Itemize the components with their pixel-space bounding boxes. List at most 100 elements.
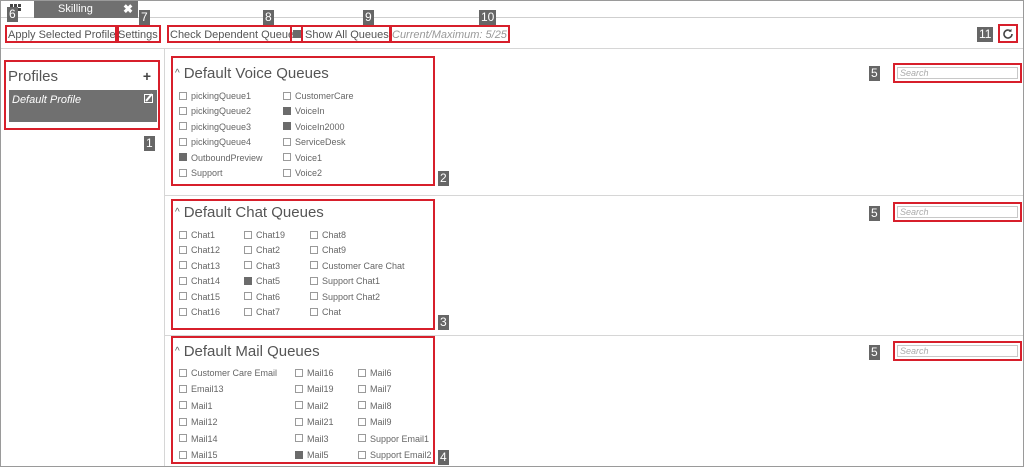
queue-checkbox[interactable] — [179, 292, 187, 301]
queue-checkbox[interactable] — [179, 417, 187, 426]
queue-checkbox[interactable] — [179, 434, 187, 443]
queue-item[interactable]: ServiceDesk — [283, 137, 346, 148]
queue-checkbox[interactable] — [358, 401, 366, 410]
queue-item[interactable]: Mail3 — [295, 434, 329, 445]
queue-checkbox[interactable] — [179, 153, 187, 162]
queue-item[interactable]: Support Email2 — [358, 450, 432, 461]
queue-item[interactable]: pickingQueue2 — [179, 106, 251, 117]
queue-item[interactable]: Chat9 — [310, 245, 346, 256]
collapse-caret-icon[interactable]: ^ — [175, 68, 180, 79]
show-all-queues-toggle[interactable]: Show All Queues — [290, 25, 392, 43]
close-icon[interactable]: ✖ — [123, 1, 133, 18]
queue-item[interactable]: Chat14 — [179, 276, 220, 287]
queue-checkbox[interactable] — [179, 368, 187, 377]
queue-item[interactable]: Voice1 — [283, 153, 322, 164]
queue-checkbox[interactable] — [310, 307, 318, 316]
queue-checkbox[interactable] — [295, 401, 303, 410]
queue-item[interactable]: CustomerCare — [283, 91, 354, 102]
queue-checkbox[interactable] — [179, 450, 187, 459]
profile-item-default[interactable]: Default Profile — [9, 90, 157, 122]
queue-checkbox[interactable] — [358, 417, 366, 426]
queue-checkbox[interactable] — [310, 246, 318, 255]
queue-item[interactable]: Mail15 — [179, 450, 218, 461]
queue-item[interactable]: VoiceIn — [283, 106, 325, 117]
queue-item[interactable]: Email13 — [179, 384, 224, 395]
settings-button[interactable]: Settings — [115, 25, 161, 43]
queue-item[interactable]: Chat6 — [244, 292, 280, 303]
queue-checkbox[interactable] — [358, 434, 366, 443]
queue-checkbox[interactable] — [358, 385, 366, 394]
queue-item[interactable]: Support Chat1 — [310, 276, 380, 287]
collapse-caret-icon[interactable]: ^ — [175, 346, 180, 357]
queue-item[interactable]: Support — [179, 168, 223, 179]
queue-item[interactable]: Mail6 — [358, 368, 392, 379]
queue-item[interactable]: Mail8 — [358, 401, 392, 412]
queue-item[interactable]: Chat8 — [310, 230, 346, 241]
queue-checkbox[interactable] — [244, 292, 252, 301]
queue-checkbox[interactable] — [310, 230, 318, 239]
queue-checkbox[interactable] — [179, 91, 187, 100]
queue-checkbox[interactable] — [283, 91, 291, 100]
queue-item[interactable]: Mail14 — [179, 434, 218, 445]
tab-skilling[interactable]: Skilling ✖ — [34, 1, 138, 18]
queue-item[interactable]: Chat5 — [244, 276, 280, 287]
queue-checkbox[interactable] — [179, 246, 187, 255]
queue-checkbox[interactable] — [179, 307, 187, 316]
queue-checkbox[interactable] — [179, 137, 187, 146]
queue-checkbox[interactable] — [283, 168, 291, 177]
queue-item[interactable]: Mail19 — [295, 384, 334, 395]
queue-checkbox[interactable] — [244, 307, 252, 316]
show-all-queues-checkbox[interactable] — [293, 30, 301, 39]
queue-item[interactable]: Mail2 — [295, 401, 329, 412]
queue-checkbox[interactable] — [283, 122, 291, 131]
queue-checkbox[interactable] — [295, 434, 303, 443]
queue-checkbox[interactable] — [179, 230, 187, 239]
queue-item[interactable]: Chat15 — [179, 292, 220, 303]
queue-item[interactable]: pickingQueue3 — [179, 122, 251, 133]
collapse-caret-icon[interactable]: ^ — [175, 207, 180, 218]
queue-item[interactable]: Mail9 — [358, 417, 392, 428]
voice-search-input[interactable] — [897, 67, 1018, 79]
queue-item[interactable]: Chat19 — [244, 230, 285, 241]
queue-checkbox[interactable] — [179, 168, 187, 177]
queue-item[interactable]: Chat3 — [244, 261, 280, 272]
queue-checkbox[interactable] — [179, 385, 187, 394]
queue-item[interactable]: Mail21 — [295, 417, 334, 428]
queue-item[interactable]: Mail12 — [179, 417, 218, 428]
queue-item[interactable]: Suppor Email1 — [358, 434, 429, 445]
queue-checkbox[interactable] — [244, 261, 252, 270]
queue-item[interactable]: Mail7 — [358, 384, 392, 395]
queue-checkbox[interactable] — [295, 368, 303, 377]
queue-item[interactable]: Customer Care Email — [179, 368, 277, 379]
queue-item[interactable]: Chat1 — [179, 230, 215, 241]
queue-checkbox[interactable] — [295, 417, 303, 426]
queue-item[interactable]: Chat16 — [179, 307, 220, 318]
queue-checkbox[interactable] — [244, 230, 252, 239]
apply-selected-profile-button[interactable]: Apply Selected Profile — [5, 25, 119, 43]
queue-item[interactable]: Customer Care Chat — [310, 261, 405, 272]
queue-item[interactable]: Support Chat2 — [310, 292, 380, 303]
queue-item[interactable]: Mail1 — [179, 401, 213, 412]
queue-checkbox[interactable] — [310, 292, 318, 301]
queue-item[interactable]: VoiceIn2000 — [283, 122, 345, 133]
queue-checkbox[interactable] — [179, 122, 187, 131]
queue-checkbox[interactable] — [244, 276, 252, 285]
queue-checkbox[interactable] — [283, 107, 291, 116]
add-profile-icon[interactable]: + — [143, 68, 151, 84]
queue-item[interactable]: OutboundPreview — [179, 153, 263, 164]
chat-section-title[interactable]: ^ Default Chat Queues — [175, 204, 324, 221]
edit-icon[interactable] — [144, 94, 153, 103]
queue-checkbox[interactable] — [283, 137, 291, 146]
queue-item[interactable]: Mail16 — [295, 368, 334, 379]
mail-search-input[interactable] — [897, 345, 1018, 357]
queue-item[interactable]: Chat7 — [244, 307, 280, 318]
queue-checkbox[interactable] — [179, 401, 187, 410]
queue-checkbox[interactable] — [358, 368, 366, 377]
queue-item[interactable]: Chat2 — [244, 245, 280, 256]
queue-item[interactable]: Mail5 — [295, 450, 329, 461]
queue-checkbox[interactable] — [295, 450, 303, 459]
queue-checkbox[interactable] — [283, 153, 291, 162]
queue-item[interactable]: pickingQueue1 — [179, 91, 251, 102]
queue-item[interactable]: Voice2 — [283, 168, 322, 179]
queue-checkbox[interactable] — [358, 450, 366, 459]
